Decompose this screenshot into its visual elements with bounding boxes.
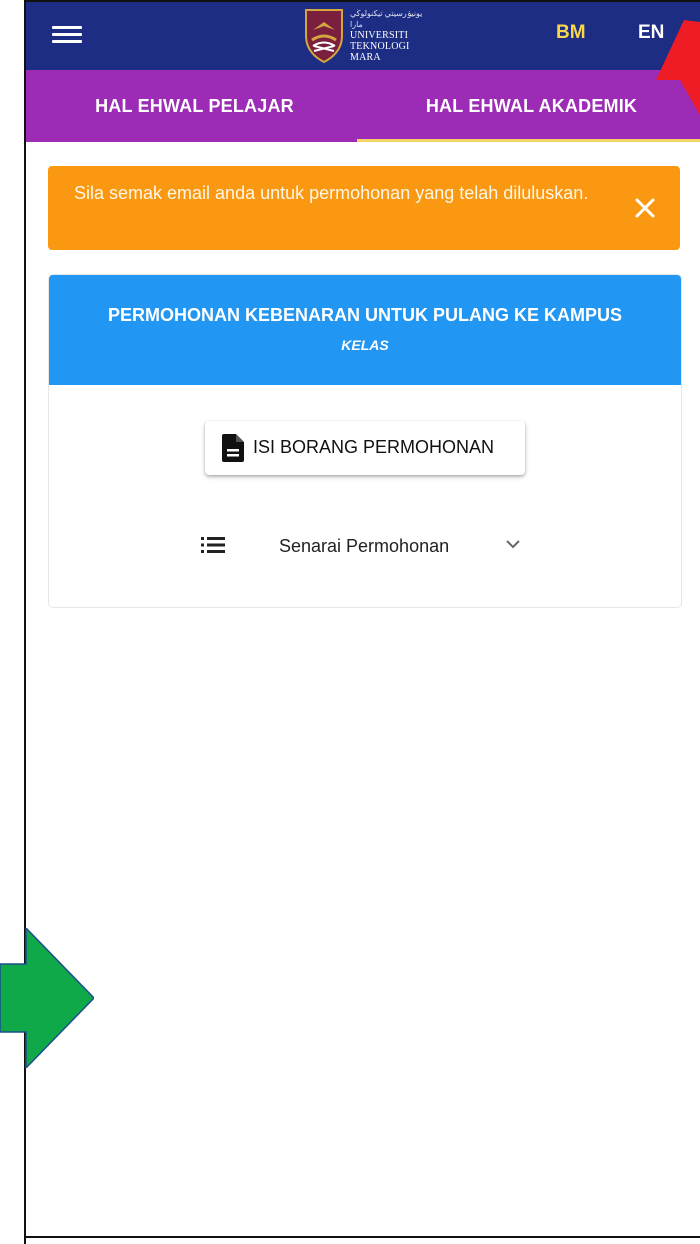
uitm-crest-icon xyxy=(305,9,343,64)
application-list-toggle[interactable]: Senarai Permohonan xyxy=(49,529,681,569)
chevron-down-icon xyxy=(506,540,520,549)
green-annotation-arrow xyxy=(0,928,94,1068)
alert-message: Sila semak email anda untuk permohonan y… xyxy=(74,183,589,203)
logo-line-2: TEKNOLOGI xyxy=(350,41,410,52)
fill-application-form-button[interactable]: ISI BORANG PERMOHONAN xyxy=(205,421,525,475)
document-icon xyxy=(222,434,244,462)
red-annotation-arrow xyxy=(656,20,700,115)
card-subtitle: KELAS xyxy=(341,337,389,353)
logo-wordmark: يونيۏرسيتي تيكنولوڬي مارا UNIVERSITI TEK… xyxy=(350,8,432,63)
uitm-logo: يونيۏرسيتي تيكنولوڬي مارا UNIVERSITI TEK… xyxy=(302,4,432,66)
logo-jawi-text: يونيۏرسيتي تيكنولوڬي مارا xyxy=(350,9,423,29)
list-icon xyxy=(201,537,225,553)
approval-alert: Sila semak email anda untuk permohonan y… xyxy=(48,166,680,250)
application-card: PERMOHONAN KEBENARAN UNTUK PULANG KE KAM… xyxy=(48,274,682,608)
active-tab-indicator xyxy=(357,139,700,142)
language-bm-button[interactable]: BM xyxy=(556,22,586,44)
card-title: PERMOHONAN KEBENARAN UNTUK PULANG KE KAM… xyxy=(107,305,622,325)
logo-line-3: MARA xyxy=(350,52,381,63)
app-screen: يونيۏرسيتي تيكنولوڬي مارا UNIVERSITI TEK… xyxy=(26,2,700,1236)
tab-hal-ehwal-akademik[interactable]: HAL EHWAL AKADEMIK xyxy=(363,70,700,142)
screen-border-bottom xyxy=(24,1236,700,1238)
top-app-bar: يونيۏرسيتي تيكنولوڬي مارا UNIVERSITI TEK… xyxy=(26,2,700,70)
tab-bar: HAL EHWAL PELAJAR HAL EHWAL AKADEMIK xyxy=(26,70,700,142)
fill-button-label: ISI BORANG PERMOHONAN xyxy=(253,437,495,457)
close-icon[interactable] xyxy=(630,193,660,223)
hamburger-menu-icon[interactable] xyxy=(52,22,82,50)
application-list-label: Senarai Permohonan xyxy=(279,536,450,556)
card-header: PERMOHONAN KEBENARAN UNTUK PULANG KE KAM… xyxy=(49,275,681,385)
tab-hal-ehwal-pelajar[interactable]: HAL EHWAL PELAJAR xyxy=(26,70,363,142)
logo-line-1: UNIVERSITI xyxy=(350,30,409,41)
